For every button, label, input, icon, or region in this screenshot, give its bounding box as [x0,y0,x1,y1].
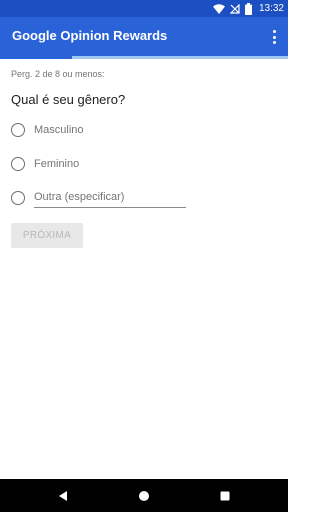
wifi-icon [212,3,225,14]
option-label: Feminino [34,158,80,170]
home-icon[interactable] [135,487,153,505]
option-feminino[interactable]: Feminino [11,154,79,174]
survey-progress-fill [0,56,72,59]
no-signal-icon [229,3,240,14]
survey-progress-bar [0,56,288,59]
other-gender-input[interactable] [34,188,186,208]
option-label: Masculino [34,124,84,136]
status-time: 13:32 [258,3,284,14]
back-icon[interactable] [54,487,72,505]
app-bar: Google Opinion Rewards [0,17,288,56]
radio-button[interactable] [11,123,25,137]
radio-button[interactable] [11,191,25,205]
status-bar: 13:32 [0,0,288,17]
battery-icon [244,2,252,15]
navigation-bar [0,479,288,512]
next-button[interactable]: PRÓXIMA [11,223,83,248]
question-counter: Perg. 2 de 8 ou menos: [11,69,105,79]
app-title: Google Opinion Rewards [12,28,168,43]
status-icons: 13:32 [212,1,284,16]
option-masculino[interactable]: Masculino [11,120,84,140]
question-text: Qual é seu gênero? [11,92,126,107]
recents-icon[interactable] [216,487,234,505]
option-outra[interactable] [11,188,186,208]
radio-button[interactable] [11,157,25,171]
more-vert-icon[interactable] [268,28,280,46]
